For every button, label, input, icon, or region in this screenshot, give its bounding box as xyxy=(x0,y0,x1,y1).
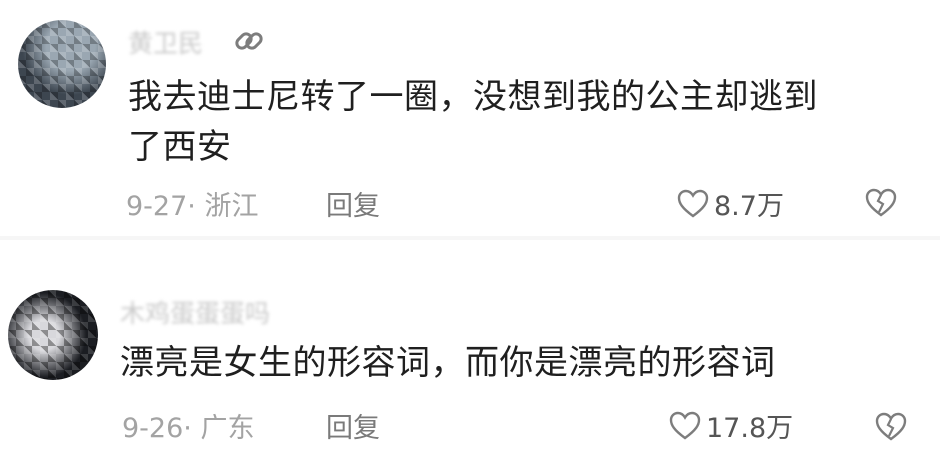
like-count: 17.8万 xyxy=(706,413,794,444)
like-button[interactable]: 8.7万 xyxy=(676,184,784,223)
comment-item: 木鸡蛋蛋蛋吗 漂亮是女生的形容词，而你是漂亮的形容词 9-26· 广东 回复 1… xyxy=(0,240,940,465)
username[interactable]: 黄卫民 xyxy=(128,24,203,60)
username[interactable]: 木鸡蛋蛋蛋吗 xyxy=(120,294,270,330)
comment-text: 我去迪士尼转了一圈，没想到我的公主却逃到 了西安 xyxy=(128,72,818,172)
comment-item: 黄卫民 我去迪士尼转了一圈，没想到我的公主却逃到 了西安 9-27· 浙江 回复… xyxy=(0,0,940,236)
like-count: 8.7万 xyxy=(714,191,784,222)
reply-button[interactable]: 回复 xyxy=(326,406,380,445)
date-location: 9-26· 广东 xyxy=(122,413,255,444)
link-icon xyxy=(235,32,263,50)
broken-heart-icon[interactable] xyxy=(864,186,898,220)
heart-icon xyxy=(677,189,709,217)
heart-icon xyxy=(669,411,701,439)
reply-button[interactable]: 回复 xyxy=(326,184,380,223)
comment-text-line: 我去迪士尼转了一圈，没想到我的公主却逃到 xyxy=(128,77,818,117)
comment-text: 漂亮是女生的形容词，而你是漂亮的形容词 xyxy=(120,338,776,388)
date-location: 9-27· 浙江 xyxy=(126,191,259,222)
avatar[interactable] xyxy=(18,20,106,108)
broken-heart-icon[interactable] xyxy=(874,410,908,444)
avatar[interactable] xyxy=(8,290,98,380)
comment-text-line: 了西安 xyxy=(128,127,232,167)
comment-text-line: 漂亮是女生的形容词，而你是漂亮的形容词 xyxy=(120,343,776,383)
like-button[interactable]: 17.8万 xyxy=(668,406,793,445)
